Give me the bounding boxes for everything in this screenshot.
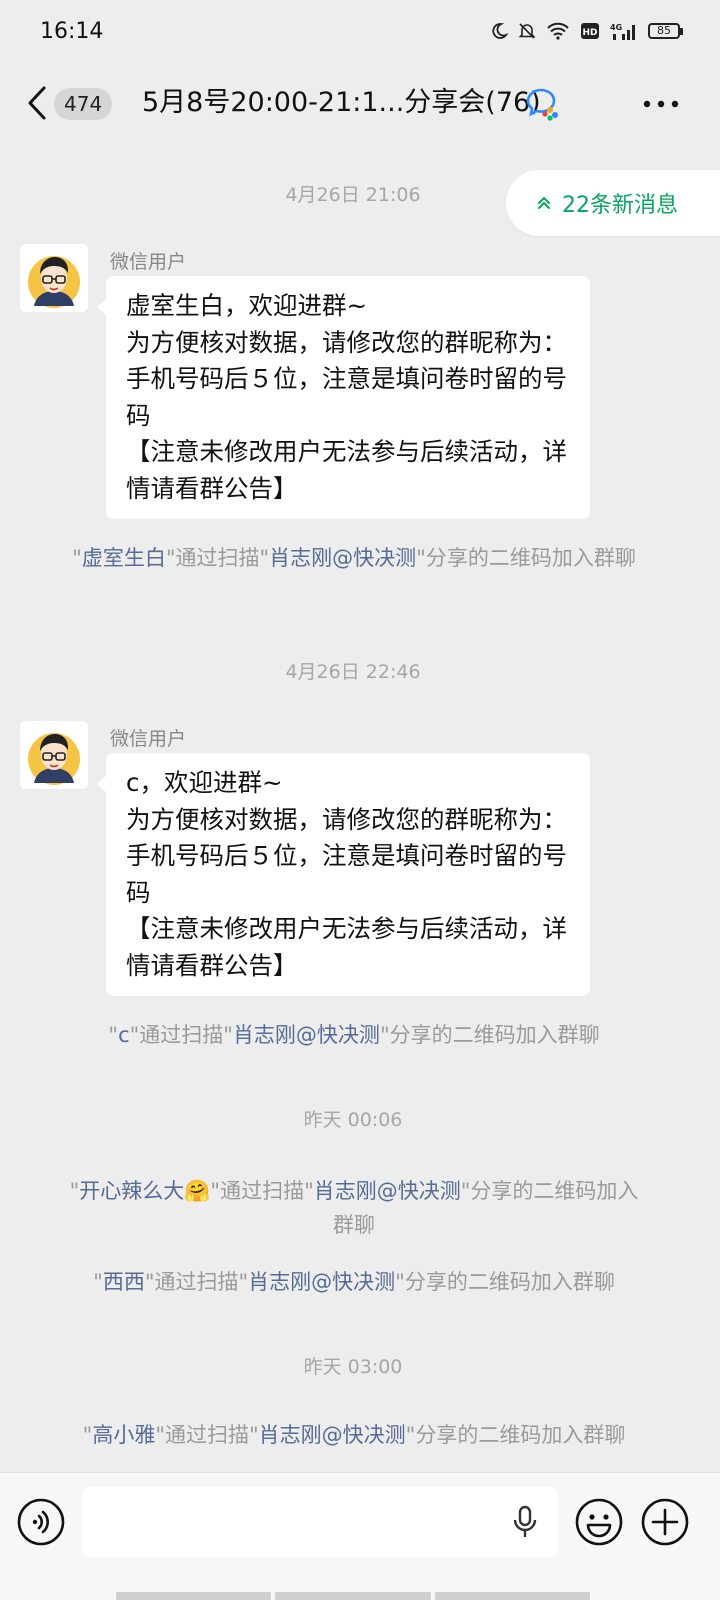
hd-icon: HD [580,22,600,40]
chat-header: 474 5月8号20:00-21:1...分享会(76) [0,62,720,144]
more-icon [643,100,679,108]
sharer-name-link[interactable]: 肖志刚@快决测 [248,1270,395,1294]
message-bubble[interactable]: 虚室生白，欢迎进群~ 为方便核对数据，请修改您的群昵称为：手机号码后５位，注意是… [97,276,590,519]
wifi-icon [546,22,570,40]
timestamp: 昨天 03:00 [303,1356,403,1378]
system-notice: "西西"通过扫描"肖志刚@快决测"分享的二维码加入群聊 [93,1270,615,1294]
more-button[interactable] [640,88,682,120]
battery-icon: 85 [648,23,683,39]
svg-text:4G: 4G [610,23,622,32]
avatar[interactable] [20,721,88,789]
user-name-link[interactable]: 西西 [103,1270,145,1294]
voice-button[interactable] [16,1497,66,1547]
sharer-name-link[interactable]: 肖志刚@快决测 [233,1023,380,1047]
unread-count-badge[interactable]: 474 [54,88,113,120]
mute-icon [518,22,536,40]
wecom-group-icon [524,86,560,122]
timestamp: 4月26日 21:06 [285,184,421,206]
message-text: 虚室生白，欢迎进群~ 为方便核对数据，请修改您的群昵称为：手机号码后５位，注意是… [126,291,567,503]
status-icons: HD 4G 85 [490,22,683,40]
signal-4g-icon: 4G [610,22,638,40]
svg-text:HD: HD [582,28,597,38]
sender-name: 微信用户 [110,251,187,273]
moon-icon [490,22,508,40]
user-name-link[interactable]: c [118,1023,130,1047]
microphone-icon[interactable] [510,1505,540,1539]
system-notice: "高小雅"通过扫描"肖志刚@快决测"分享的二维码加入群聊 [82,1423,626,1447]
input-bar [0,1472,720,1600]
status-bar: 16:14 HD 4G 85 [0,0,720,62]
timestamp: 昨天 00:06 [303,1109,403,1131]
system-notice: "虚室生白"通过扫描"肖志刚@快决测"分享的二维码加入群聊 [72,546,636,570]
avatar[interactable] [20,244,88,312]
sharer-name-link[interactable]: 肖志刚@快决测 [269,546,416,570]
user-name-link[interactable]: 开心辣么大🤗 [79,1179,210,1203]
emoji-button[interactable] [574,1497,624,1547]
system-notice: "c"通过扫描"肖志刚@快决测"分享的二维码加入群聊 [108,1023,600,1047]
user-name-link[interactable]: 高小雅 [92,1423,155,1447]
plus-button[interactable] [640,1497,690,1547]
emoji-icon [575,1498,623,1546]
message-input[interactable] [82,1487,558,1557]
chat-title[interactable]: 5月8号20:00-21:1...分享会(76) [142,84,541,122]
voice-icon [17,1498,65,1546]
sender-name: 微信用户 [110,728,187,750]
plus-circle-icon [641,1498,689,1546]
back-button[interactable] [24,84,52,122]
system-notice: "开心辣么大🤗"通过扫描"肖志刚@快决测"分享的二维码加入群聊 [69,1179,639,1237]
keyboard-suggestion-strip [116,1592,590,1600]
sharer-name-link[interactable]: 肖志刚@快决测 [259,1423,406,1447]
status-time: 16:14 [40,18,104,44]
message-bubble[interactable]: c，欢迎进群~ 为方便核对数据，请修改您的群昵称为：手机号码后５位，注意是填问卷… [97,753,590,996]
timestamp: 4月26日 22:46 [285,661,421,683]
message-text: c，欢迎进群~ 为方便核对数据，请修改您的群昵称为：手机号码后５位，注意是填问卷… [126,768,567,980]
sharer-name-link[interactable]: 肖志刚@快决测 [314,1179,461,1203]
chevron-left-icon [28,86,46,120]
user-name-link[interactable]: 虚室生白 [82,546,166,570]
